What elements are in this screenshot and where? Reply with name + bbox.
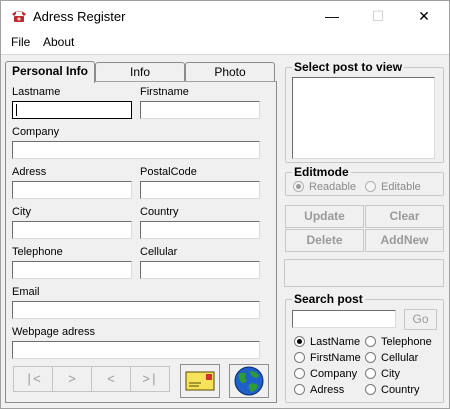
clear-button[interactable]: Clear: [365, 205, 444, 228]
readable-label: Readable: [309, 181, 357, 193]
delete-button[interactable]: Delete: [285, 229, 364, 252]
search-option-cellular[interactable]: Cellular: [365, 352, 418, 364]
search-post-title: Search post: [292, 292, 365, 306]
search-post-group: Search post Go LastName Telephone FirstN…: [285, 292, 444, 403]
postalcode-field[interactable]: [140, 181, 260, 199]
lastname-field[interactable]: [12, 101, 132, 119]
envelope-icon: [185, 371, 215, 391]
postalcode-label: PostalCode: [140, 166, 197, 178]
next-record-button[interactable]: >: [52, 366, 92, 392]
country-label: Country: [140, 206, 179, 218]
cellular-field[interactable]: [140, 261, 260, 279]
telephone-icon: [12, 11, 26, 22]
last-record-button[interactable]: >|: [130, 366, 170, 392]
webpage-label: Webpage adress: [12, 326, 95, 338]
email-label: Email: [12, 286, 40, 298]
email-field[interactable]: [12, 301, 260, 319]
radio-indicator: [294, 384, 305, 395]
prev-record-button[interactable]: <: [91, 366, 131, 392]
addnew-button[interactable]: AddNew: [365, 229, 444, 252]
radio-indicator: [294, 352, 305, 363]
company-label: Company: [12, 126, 60, 138]
editmode-group: Editmode Readable Editable: [285, 165, 444, 196]
search-option-label: Country: [381, 384, 420, 396]
minimize-button[interactable]: —: [309, 1, 355, 32]
radio-indicator: [294, 368, 305, 379]
search-option-country[interactable]: Country: [365, 384, 420, 396]
telephone-field[interactable]: [12, 261, 132, 279]
telephone-label: Telephone: [12, 246, 63, 258]
radio-indicator: [365, 368, 376, 379]
tab-personal-info[interactable]: Personal Info: [5, 61, 95, 83]
menu-bar: File About: [1, 32, 449, 54]
menu-file[interactable]: File: [11, 35, 30, 49]
search-option-firstname[interactable]: FirstName: [294, 352, 361, 364]
menu-separator: [1, 54, 449, 55]
radio-indicator: [294, 336, 305, 347]
cellular-label: Cellular: [140, 246, 178, 258]
select-post-group: Select post to view: [285, 60, 444, 163]
city-label: City: [12, 206, 31, 218]
search-input[interactable]: [292, 310, 396, 328]
firstname-field[interactable]: [140, 101, 260, 119]
post-listbox[interactable]: [292, 77, 435, 159]
app-window: Adress Register — ☐ ✕ File About Persona…: [0, 0, 450, 409]
search-option-label: Telephone: [381, 336, 432, 348]
radio-indicator: [365, 181, 376, 192]
adress-label: Adress: [12, 166, 47, 178]
firstname-label: Firstname: [140, 86, 189, 98]
search-option-company[interactable]: Company: [294, 368, 357, 380]
update-button[interactable]: Update: [285, 205, 364, 228]
search-option-lastname[interactable]: LastName: [294, 336, 360, 348]
text-caret: [16, 104, 17, 116]
title-bar[interactable]: Adress Register — ☐ ✕: [1, 1, 449, 32]
blank-action-button[interactable]: [284, 259, 444, 287]
city-field[interactable]: [12, 221, 132, 239]
open-webpage-button[interactable]: [229, 364, 269, 398]
tab-photo[interactable]: Photo: [185, 62, 275, 82]
search-option-label: LastName: [310, 336, 361, 348]
radio-indicator: [293, 181, 304, 192]
close-button[interactable]: ✕: [401, 1, 447, 32]
radio-indicator: [365, 336, 376, 347]
search-option-label: Company: [310, 368, 358, 380]
webpage-field[interactable]: [12, 341, 260, 359]
search-option-label: Adress: [310, 384, 345, 396]
globe-icon: [234, 366, 264, 396]
search-option-label: City: [381, 368, 400, 380]
search-option-adress[interactable]: Adress: [294, 384, 344, 396]
tab-info[interactable]: Info: [95, 62, 185, 82]
maximize-button[interactable]: ☐: [355, 1, 401, 32]
lastname-label: Lastname: [12, 86, 61, 98]
first-record-button[interactable]: |<: [13, 366, 53, 392]
search-option-label: Cellular: [381, 352, 419, 364]
select-post-title: Select post to view: [292, 60, 405, 74]
editable-radio[interactable]: Editable: [365, 181, 421, 193]
send-mail-button[interactable]: [180, 364, 220, 398]
readable-radio[interactable]: Readable: [293, 181, 356, 193]
go-button[interactable]: Go: [404, 309, 437, 330]
editable-label: Editable: [381, 181, 421, 193]
search-option-label: FirstName: [310, 352, 361, 364]
search-option-telephone[interactable]: Telephone: [365, 336, 432, 348]
radio-indicator: [365, 352, 376, 363]
radio-indicator: [365, 384, 376, 395]
window-title: Adress Register: [33, 9, 126, 24]
editmode-title: Editmode: [292, 165, 351, 179]
adress-field[interactable]: [12, 181, 132, 199]
menu-about[interactable]: About: [43, 35, 74, 49]
company-field[interactable]: [12, 141, 260, 159]
country-field[interactable]: [140, 221, 260, 239]
search-option-city[interactable]: City: [365, 368, 400, 380]
